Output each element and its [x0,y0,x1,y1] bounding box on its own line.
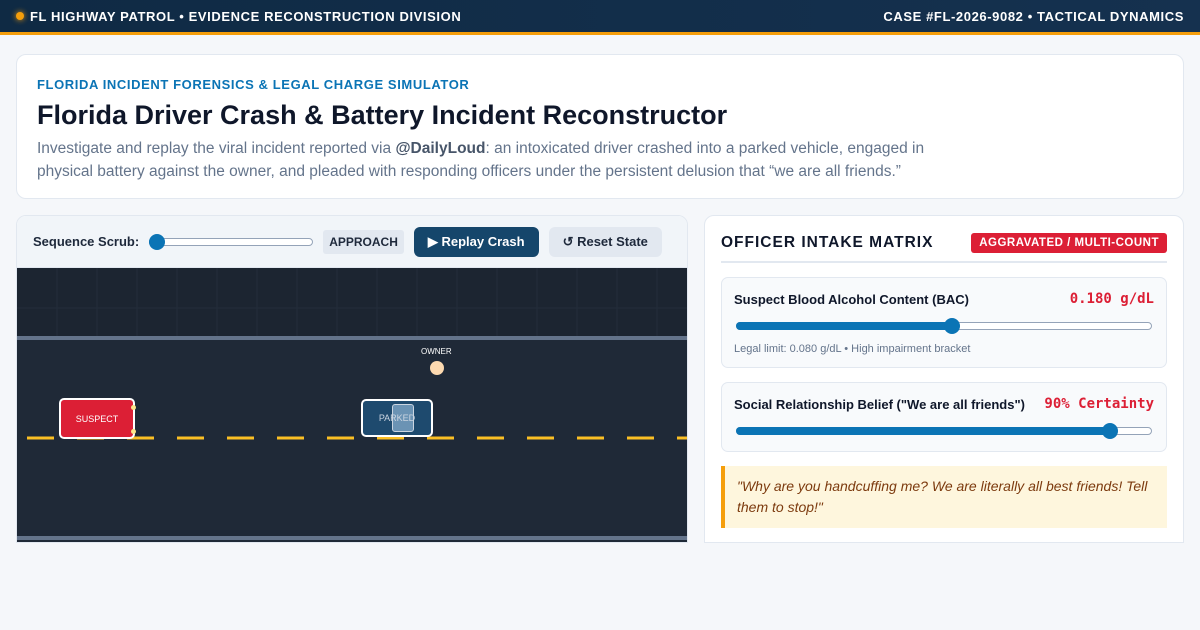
owner-figure-icon [430,361,444,375]
scrub-track [149,237,314,246]
desc-text-before: Investigate and replay the viral inciden… [37,140,396,157]
top-bar-left: FL HIGHWAY PATROL • EVIDENCE RECONSTRUCT… [16,9,461,24]
belief-value: 90% Certainty [1044,396,1154,412]
parked-vehicle: PARKED [361,399,433,437]
scrub-thumb[interactable] [149,233,166,250]
belief-row: Social Relationship Belief ("We are all … [734,396,1154,412]
reset-state-button[interactable]: ↺ Reset State [548,226,662,257]
belief-fill [736,427,1111,435]
bac-note: Legal limit: 0.080 g/dL • High impairmen… [734,343,971,355]
status-dot-icon [16,12,24,20]
bac-row: Suspect Blood Alcohol Content (BAC) 0.18… [734,291,1154,307]
bac-label: Suspect Blood Alcohol Content (BAC) [734,291,969,307]
matrix-title: OFFICER INTAKE MATRIX [721,234,934,251]
belief-metric-card: Social Relationship Belief ("We are all … [721,382,1167,452]
bac-metric-card: Suspect Blood Alcohol Content (BAC) 0.18… [721,277,1167,368]
severity-badge: AGGRAVATED / MULTI-COUNT [971,233,1167,253]
headlight-icon [131,429,136,434]
case-id: CASE #FL-2026-9082 • TACTICAL DYNAMICS [883,8,1184,24]
page-title: Florida Driver Crash & Battery Incident … [37,100,728,130]
headlight-icon [131,405,136,410]
division-title: FL HIGHWAY PATROL • EVIDENCE RECONSTRUCT… [30,8,462,24]
eyebrow-label: FLORIDA INCIDENT FORENSICS & LEGAL CHARG… [37,77,470,92]
belief-label: Social Relationship Belief ("We are all … [734,396,1025,412]
belief-thumb[interactable] [1102,423,1119,439]
replay-crash-button[interactable]: ▶ Replay Crash [413,226,539,257]
header-card: FLORIDA INCIDENT FORENSICS & LEGAL CHARG… [16,54,1184,199]
bac-value: 0.180 g/dL [1069,291,1154,307]
bac-fill [736,322,953,330]
source-handle: @DailyLoud [395,140,486,157]
suspect-label: SUSPECT [75,413,119,424]
matrix-header: OFFICER INTAKE MATRIX AGGRAVATED / MULTI… [721,233,1167,263]
officer-intake-panel: OFFICER INTAKE MATRIX AGGRAVATED / MULTI… [704,215,1184,543]
bac-thumb[interactable] [944,318,961,334]
page-description: Investigate and replay the viral inciden… [37,137,937,183]
phase-badge: APPROACH [323,229,404,254]
scrub-label: Sequence Scrub: [33,234,140,249]
simulator-panel: Sequence Scrub: APPROACH ▶ Replay Crash … [16,215,688,543]
top-bar: FL HIGHWAY PATROL • EVIDENCE RECONSTRUCT… [0,0,1200,35]
belief-slider[interactable] [734,423,1154,439]
parked-label: PARKED [378,413,416,423]
suspect-vehicle: SUSPECT [59,398,136,439]
owner-label: OWNER [421,347,452,356]
crash-scene-canvas: SUSPECT PARKED OWNER [17,268,687,542]
bac-slider[interactable] [734,318,1154,334]
sequence-scrub-slider[interactable] [149,233,314,250]
suspect-quote: "Why are you handcuffing me? We are lite… [721,466,1167,528]
simulator-toolbar: Sequence Scrub: APPROACH ▶ Replay Crash … [17,216,687,268]
